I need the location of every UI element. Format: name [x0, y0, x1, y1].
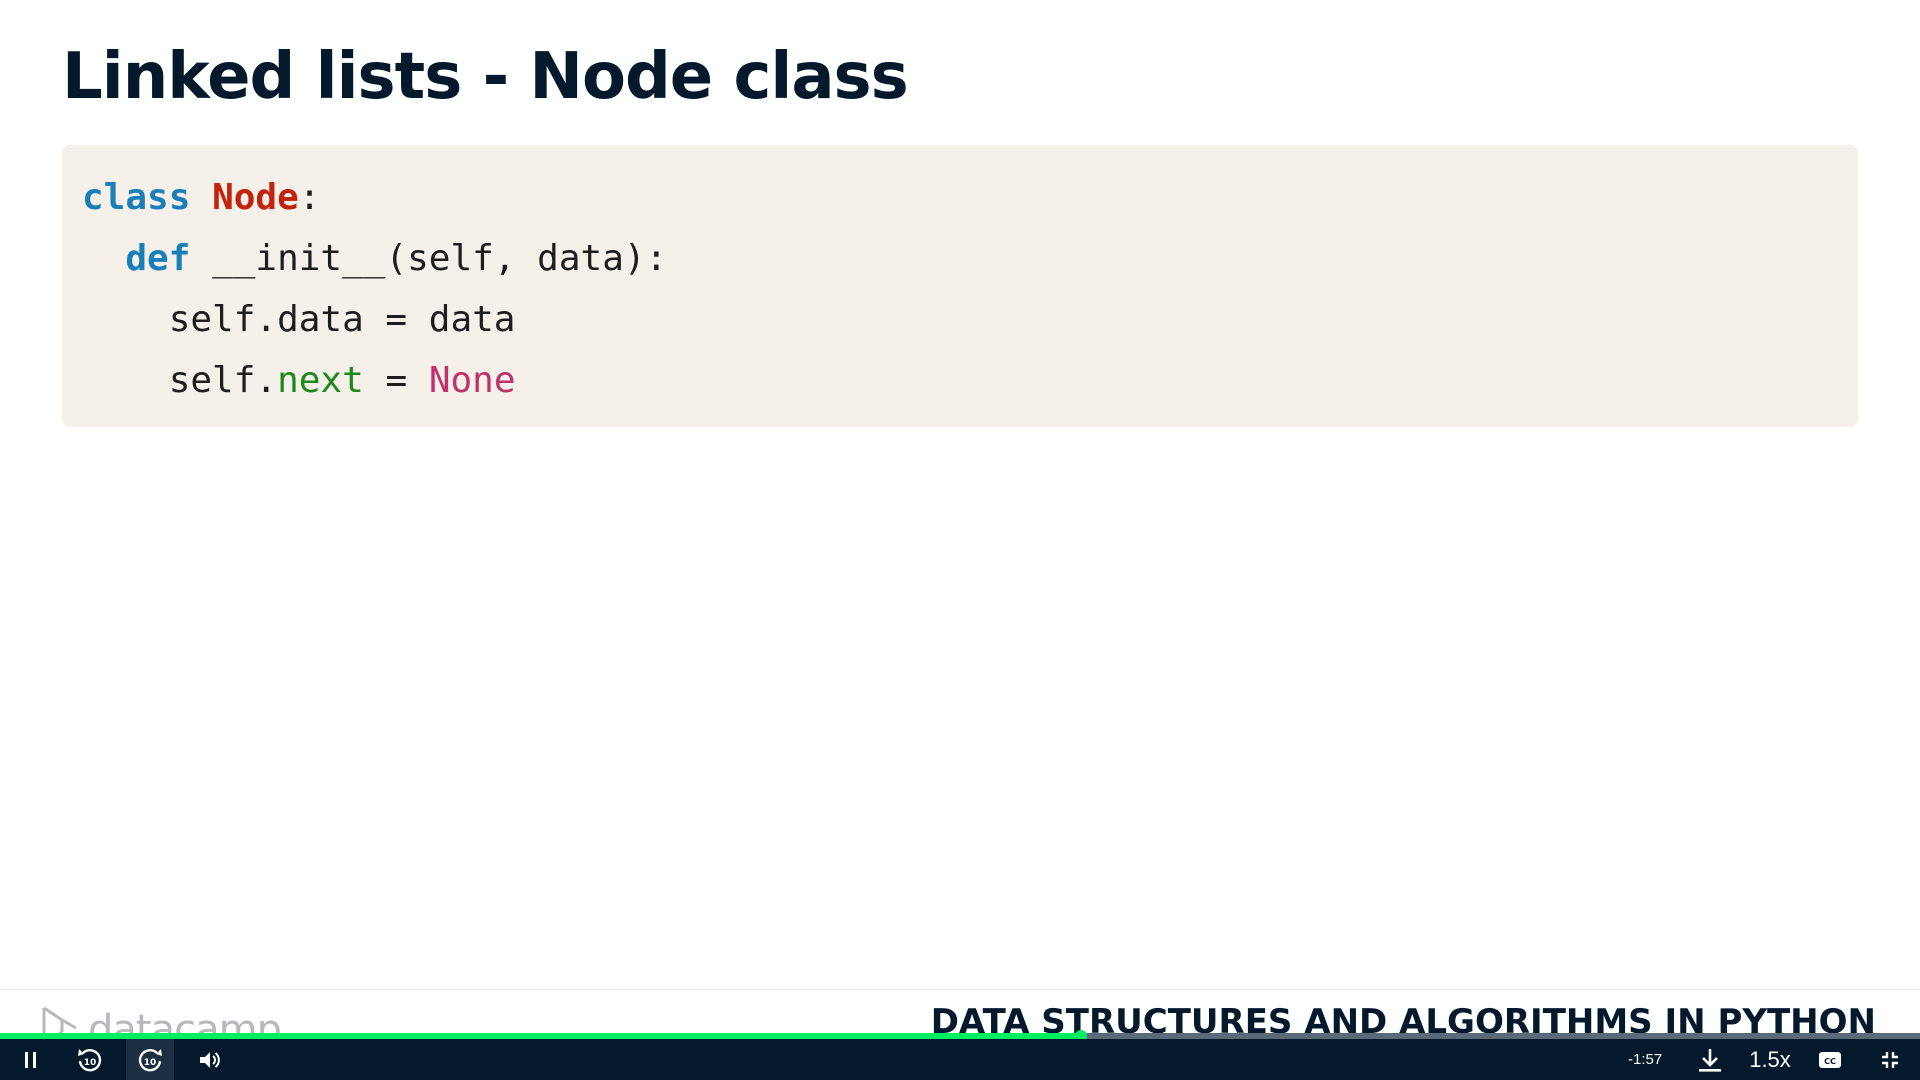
svg-text:10: 10 [144, 1058, 157, 1068]
captions-icon: CC [1819, 1051, 1841, 1068]
play-pause-button[interactable] [12, 1039, 50, 1080]
code-line: def __init__(self, data): [82, 228, 1858, 289]
svg-text:CC: CC [1824, 1057, 1836, 1066]
playback-speed-button[interactable]: 1.5x [1744, 1039, 1796, 1080]
code-token: next [277, 360, 364, 401]
slide-footer: datacamp DATA STRUCTURES AND ALGORITHMS … [0, 990, 1920, 1036]
video-player-controls: 10 10 -1:57 1.5x CC [0, 1039, 1920, 1080]
code-token: self.data = data [82, 299, 516, 340]
captions-button[interactable]: CC [1812, 1039, 1848, 1080]
datacamp-logo-icon [42, 1006, 77, 1036]
code-block: class Node: def __init__(self, data): se… [62, 145, 1858, 427]
code-line: class Node: [82, 167, 1858, 228]
svg-text:10: 10 [84, 1058, 97, 1068]
exit-fullscreen-icon [1882, 1051, 1898, 1068]
slide: Linked lists - Node class class Node: de… [0, 0, 1920, 990]
datacamp-logo: datacamp [40, 1006, 282, 1036]
volume-icon [200, 1051, 220, 1068]
code-token: None [428, 360, 516, 401]
time-remaining: -1:57 [1628, 1051, 1663, 1068]
download-icon [1699, 1048, 1721, 1072]
code-token: = [363, 360, 429, 401]
slide-title: Linked lists - Node class [62, 40, 909, 114]
exit-fullscreen-button[interactable] [1870, 1039, 1910, 1080]
code-token: self. [82, 360, 278, 401]
volume-button[interactable] [192, 1039, 228, 1080]
code-token: class [82, 177, 191, 218]
code-token: __init__(self, data): [190, 238, 668, 279]
forward-10-icon: 10 [138, 1048, 162, 1071]
rewind-10-icon: 10 [78, 1048, 102, 1071]
code-token: def [125, 238, 191, 279]
download-button[interactable] [1692, 1039, 1728, 1080]
course-name: DATA STRUCTURES AND ALGORITHMS IN PYTHON [930, 1002, 1876, 1036]
pause-icon [25, 1051, 36, 1068]
playback-speed: 1.5x [1749, 1046, 1791, 1072]
code-line: self.data = data [82, 289, 1858, 350]
forward-10-button[interactable]: 10 [130, 1039, 170, 1080]
code-token: Node [212, 177, 299, 218]
rewind-10-button[interactable]: 10 [70, 1039, 110, 1080]
code-token: : [298, 177, 321, 218]
code-line: self.next = None [82, 350, 1858, 411]
